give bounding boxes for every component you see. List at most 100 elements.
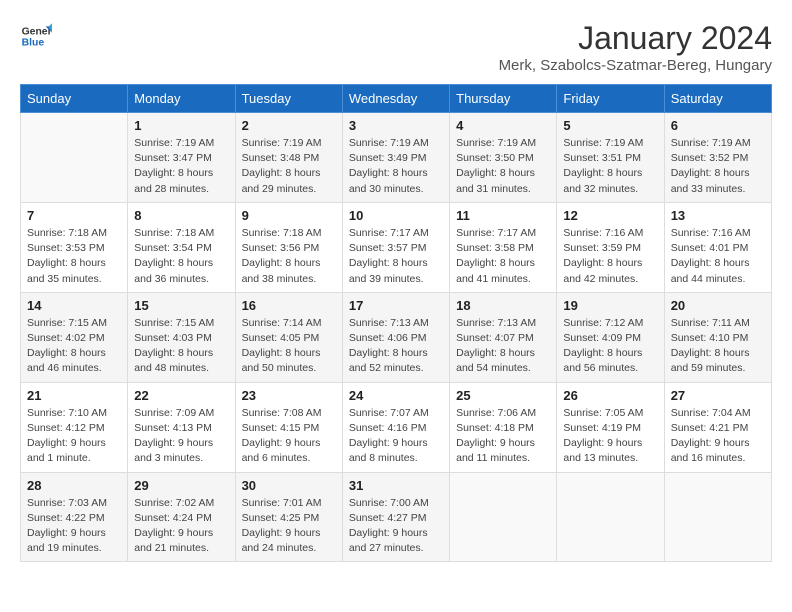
- header-wednesday: Wednesday: [342, 85, 449, 113]
- day-number: 16: [242, 298, 336, 313]
- page-header: General Blue January 2024 Merk, Szabolcs…: [20, 20, 772, 74]
- day-number: 1: [134, 118, 228, 133]
- day-cell: 27 Sunrise: 7:04 AMSunset: 4:21 PMDayligh…: [664, 382, 771, 472]
- day-info: Sunrise: 7:04 AMSunset: 4:21 PMDaylight:…: [671, 406, 765, 467]
- day-info: Sunrise: 7:02 AMSunset: 4:24 PMDaylight:…: [134, 496, 228, 557]
- day-cell: 17 Sunrise: 7:13 AMSunset: 4:06 PMDayligh…: [342, 292, 449, 382]
- header-tuesday: Tuesday: [235, 85, 342, 113]
- day-cell: 25 Sunrise: 7:06 AMSunset: 4:18 PMDayligh…: [450, 382, 557, 472]
- day-cell: 11 Sunrise: 7:17 AMSunset: 3:58 PMDayligh…: [450, 202, 557, 292]
- day-number: 19: [563, 298, 657, 313]
- week-row-1: 1 Sunrise: 7:19 AMSunset: 3:47 PMDaylight…: [21, 113, 772, 203]
- day-number: 4: [456, 118, 550, 133]
- day-info: Sunrise: 7:12 AMSunset: 4:09 PMDaylight:…: [563, 316, 657, 377]
- day-cell: 22 Sunrise: 7:09 AMSunset: 4:13 PMDayligh…: [128, 382, 235, 472]
- day-number: 18: [456, 298, 550, 313]
- day-cell: 21Sunrise: 7:10 AMSunset: 4:12 PMDayligh…: [21, 382, 128, 472]
- day-cell: 19 Sunrise: 7:12 AMSunset: 4:09 PMDayligh…: [557, 292, 664, 382]
- day-number: 28: [27, 478, 121, 493]
- day-info: Sunrise: 7:19 AMSunset: 3:51 PMDaylight:…: [563, 136, 657, 197]
- day-info: Sunrise: 7:09 AMSunset: 4:13 PMDaylight:…: [134, 406, 228, 467]
- week-row-3: 14 Sunrise: 7:15 AMSunset: 4:02 PMDayligh…: [21, 292, 772, 382]
- day-info: Sunrise: 7:19 AMSunset: 3:47 PMDaylight:…: [134, 136, 228, 197]
- day-info: Sunrise: 7:03 AMSunset: 4:22 PMDaylight:…: [27, 496, 121, 557]
- week-row-5: 28 Sunrise: 7:03 AMSunset: 4:22 PMDayligh…: [21, 472, 772, 562]
- logo: General Blue: [20, 20, 52, 52]
- day-number: 22: [134, 388, 228, 403]
- day-info: Sunrise: 7:10 AMSunset: 4:12 PMDaylight:…: [27, 406, 121, 467]
- day-cell: 5 Sunrise: 7:19 AMSunset: 3:51 PMDaylight…: [557, 113, 664, 203]
- day-number: 13: [671, 208, 765, 223]
- day-number: 7: [27, 208, 121, 223]
- day-info: Sunrise: 7:13 AMSunset: 4:07 PMDaylight:…: [456, 316, 550, 377]
- main-title: January 2024: [499, 20, 772, 57]
- day-info: Sunrise: 7:06 AMSunset: 4:18 PMDaylight:…: [456, 406, 550, 467]
- day-info: Sunrise: 7:17 AMSunset: 3:58 PMDaylight:…: [456, 226, 550, 287]
- day-info: Sunrise: 7:19 AMSunset: 3:48 PMDaylight:…: [242, 136, 336, 197]
- header-thursday: Thursday: [450, 85, 557, 113]
- day-number: 6: [671, 118, 765, 133]
- day-cell: [557, 472, 664, 562]
- day-info: Sunrise: 7:18 AMSunset: 3:53 PMDaylight:…: [27, 226, 121, 287]
- header-sunday: Sunday: [21, 85, 128, 113]
- day-cell: 6 Sunrise: 7:19 AMSunset: 3:52 PMDaylight…: [664, 113, 771, 203]
- day-number: 14: [27, 298, 121, 313]
- day-info: Sunrise: 7:19 AMSunset: 3:50 PMDaylight:…: [456, 136, 550, 197]
- day-number: 30: [242, 478, 336, 493]
- day-cell: 28 Sunrise: 7:03 AMSunset: 4:22 PMDayligh…: [21, 472, 128, 562]
- day-number: 12: [563, 208, 657, 223]
- day-info: Sunrise: 7:08 AMSunset: 4:15 PMDaylight:…: [242, 406, 336, 467]
- day-cell: 10Sunrise: 7:17 AMSunset: 3:57 PMDayligh…: [342, 202, 449, 292]
- day-cell: 24Sunrise: 7:07 AMSunset: 4:16 PMDayligh…: [342, 382, 449, 472]
- day-cell: 3Sunrise: 7:19 AMSunset: 3:49 PMDaylight…: [342, 113, 449, 203]
- day-number: 11: [456, 208, 550, 223]
- header-friday: Friday: [557, 85, 664, 113]
- day-cell: 18 Sunrise: 7:13 AMSunset: 4:07 PMDayligh…: [450, 292, 557, 382]
- day-cell: 8 Sunrise: 7:18 AMSunset: 3:54 PMDaylight…: [128, 202, 235, 292]
- day-number: 15: [134, 298, 228, 313]
- day-cell: 13 Sunrise: 7:16 AMSunset: 4:01 PMDayligh…: [664, 202, 771, 292]
- day-info: Sunrise: 7:15 AMSunset: 4:03 PMDaylight:…: [134, 316, 228, 377]
- day-cell: 16Sunrise: 7:14 AMSunset: 4:05 PMDayligh…: [235, 292, 342, 382]
- day-number: 17: [349, 298, 443, 313]
- day-info: Sunrise: 7:05 AMSunset: 4:19 PMDaylight:…: [563, 406, 657, 467]
- week-row-2: 7 Sunrise: 7:18 AMSunset: 3:53 PMDaylight…: [21, 202, 772, 292]
- day-cell: 4 Sunrise: 7:19 AMSunset: 3:50 PMDaylight…: [450, 113, 557, 203]
- day-number: 9: [242, 208, 336, 223]
- day-cell: 1 Sunrise: 7:19 AMSunset: 3:47 PMDaylight…: [128, 113, 235, 203]
- day-cell: 12Sunrise: 7:16 AMSunset: 3:59 PMDayligh…: [557, 202, 664, 292]
- day-number: 29: [134, 478, 228, 493]
- day-cell: 30Sunrise: 7:01 AMSunset: 4:25 PMDayligh…: [235, 472, 342, 562]
- day-info: Sunrise: 7:13 AMSunset: 4:06 PMDaylight:…: [349, 316, 443, 377]
- calendar-table: SundayMondayTuesdayWednesdayThursdayFrid…: [20, 84, 772, 562]
- day-number: 20: [671, 298, 765, 313]
- logo-icon: General Blue: [20, 20, 52, 52]
- header-saturday: Saturday: [664, 85, 771, 113]
- title-block: January 2024 Merk, Szabolcs-Szatmar-Bere…: [499, 20, 772, 74]
- day-cell: 29 Sunrise: 7:02 AMSunset: 4:24 PMDayligh…: [128, 472, 235, 562]
- day-number: 3: [349, 118, 443, 133]
- header-monday: Monday: [128, 85, 235, 113]
- day-info: Sunrise: 7:19 AMSunset: 3:52 PMDaylight:…: [671, 136, 765, 197]
- day-info: Sunrise: 7:16 AMSunset: 4:01 PMDaylight:…: [671, 226, 765, 287]
- day-cell: [450, 472, 557, 562]
- day-cell: 15 Sunrise: 7:15 AMSunset: 4:03 PMDayligh…: [128, 292, 235, 382]
- day-number: 26: [563, 388, 657, 403]
- day-info: Sunrise: 7:18 AMSunset: 3:54 PMDaylight:…: [134, 226, 228, 287]
- day-cell: 2 Sunrise: 7:19 AMSunset: 3:48 PMDaylight…: [235, 113, 342, 203]
- day-number: 25: [456, 388, 550, 403]
- day-info: Sunrise: 7:17 AMSunset: 3:57 PMDaylight:…: [349, 226, 443, 287]
- day-number: 8: [134, 208, 228, 223]
- subtitle: Merk, Szabolcs-Szatmar-Bereg, Hungary: [499, 57, 772, 74]
- day-number: 27: [671, 388, 765, 403]
- day-cell: [21, 113, 128, 203]
- day-number: 2: [242, 118, 336, 133]
- day-info: Sunrise: 7:15 AMSunset: 4:02 PMDaylight:…: [27, 316, 121, 377]
- day-cell: [664, 472, 771, 562]
- day-cell: 20Sunrise: 7:11 AMSunset: 4:10 PMDayligh…: [664, 292, 771, 382]
- day-cell: 7 Sunrise: 7:18 AMSunset: 3:53 PMDaylight…: [21, 202, 128, 292]
- day-number: 5: [563, 118, 657, 133]
- day-cell: 14 Sunrise: 7:15 AMSunset: 4:02 PMDayligh…: [21, 292, 128, 382]
- day-number: 31: [349, 478, 443, 493]
- day-info: Sunrise: 7:00 AMSunset: 4:27 PMDaylight:…: [349, 496, 443, 557]
